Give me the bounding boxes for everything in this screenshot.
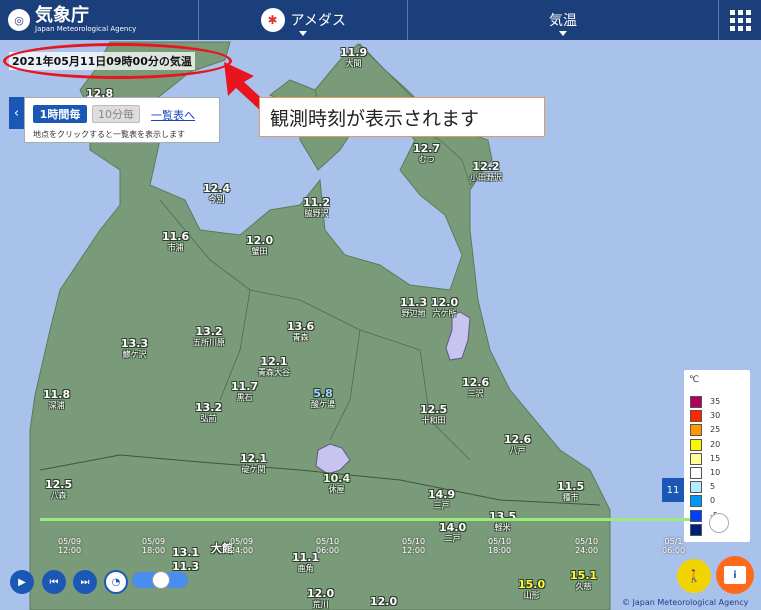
tick-date: 05/09 [230, 537, 254, 546]
legend-swatch [690, 509, 702, 522]
timeline-tick[interactable]: 05/09 24:00 [230, 537, 253, 555]
legend-label: 15 [710, 453, 721, 463]
chevron-down-icon [299, 31, 308, 36]
tick-time: 06:00 [316, 546, 340, 555]
timeline-tick[interactable]: 05/09 12:00 [58, 537, 81, 555]
legend-row: 35 [690, 396, 750, 410]
amedas-menu[interactable]: ✱ アメダス [199, 0, 408, 40]
jma-logo[interactable]: ◎ 気象庁 Japan Meteorological Agency [0, 0, 200, 40]
legend-row: 30 [690, 410, 750, 424]
book-icon: i [724, 566, 746, 584]
timeline-tick[interactable]: 05/10 18:00 [488, 537, 511, 555]
step-back-button[interactable]: ⏮ [42, 570, 66, 594]
highlight-ring [3, 43, 232, 79]
toggle-knob [152, 571, 170, 589]
tick-date: 05/10 [488, 537, 512, 546]
jma-emblem-icon: ◎ [8, 9, 30, 31]
annotation-callout: 観測時刻が表示されます [259, 97, 545, 137]
legend-row: 0 [690, 495, 750, 509]
tick-date: 05/10 [575, 537, 599, 546]
legend-swatch [690, 481, 702, 494]
tick-time: 12:00 [58, 546, 82, 555]
current-time-marker[interactable]: 11 [662, 478, 684, 502]
amedas-icon: ✱ [260, 8, 285, 32]
legend-row: 15 [690, 452, 750, 467]
legend-row: 20 [690, 438, 750, 453]
legend-swatch [690, 410, 702, 423]
tick-date: 05/10 [316, 537, 340, 546]
legend-unit: ℃ [689, 375, 700, 385]
tick-time: 18:00 [488, 546, 512, 555]
logo-title: 気象庁 [35, 5, 89, 26]
person-info-button[interactable]: 🚶 [677, 559, 711, 593]
tick-time: 18:00 [142, 546, 166, 555]
legend-swatch [690, 495, 702, 508]
legend-label: 35 [710, 397, 721, 406]
legend-swatch [690, 467, 702, 479]
legend-swatch [690, 424, 702, 437]
legend-label: 0 [710, 496, 716, 506]
chevron-down-icon [559, 31, 568, 36]
legend-label: 25 [710, 425, 721, 435]
guide-book-button[interactable]: i [716, 556, 754, 594]
amedas-map-screen: 11.9 大間 12.8 12.7 むつ 12.2 小田野沢 12.4 今別 11.2 脇野沢 11.… [0, 0, 761, 610]
play-button[interactable]: ▶ [10, 570, 34, 594]
interval-panel: 1時間毎 10分毎 一覧表へ 地点をクリックすると一覧表を表示します [24, 97, 220, 143]
copyright: © Japan Meteorological Agency [622, 598, 749, 607]
speed-toggle[interactable] [132, 571, 188, 589]
legend-label: 30 [710, 411, 721, 421]
legend-swatch [690, 438, 702, 451]
grid-icon [729, 9, 751, 31]
amedas-label: アメダス [290, 13, 346, 29]
tick-date: 05/1 [664, 537, 683, 546]
tick-date: 05/09 [142, 537, 166, 546]
legend-swatch [690, 396, 702, 408]
tick-time: 24:00 [575, 546, 599, 555]
legend-label: 10 [710, 468, 721, 477]
logo-subtitle: Japan Meteorological Agency [35, 25, 137, 33]
tick-time: 12:00 [402, 546, 426, 555]
legend-label: 20 [710, 439, 721, 449]
tick-date: 05/10 [402, 537, 426, 546]
timeline-tick[interactable]: 05/10 24:00 [575, 537, 598, 555]
top-nav: ◎ 気象庁 Japan Meteorological Agency ✱ アメダス… [0, 0, 761, 40]
menu-grid-button[interactable] [719, 0, 761, 40]
tick-time: 24:00 [230, 546, 254, 555]
timeline-tick[interactable]: 05/10 12:00 [402, 537, 425, 555]
list-link[interactable]: 一覧表へ [151, 107, 195, 123]
step-forward-button[interactable]: ⏭ [73, 570, 97, 594]
legend-label: 5 [710, 482, 716, 492]
legend-row: 25 [690, 424, 750, 438]
legend-swatch [690, 452, 702, 465]
tick-date: 05/09 [58, 537, 82, 546]
speed-icon[interactable]: ◔ [104, 570, 128, 594]
collapse-panel-button[interactable]: ‹ [9, 97, 24, 129]
element-label: 気温 [549, 13, 578, 29]
timeline-bar[interactable] [40, 518, 690, 521]
timeline-tick[interactable]: 05/09 18:00 [142, 537, 165, 555]
tick-time: 06:00 [662, 546, 686, 555]
legend-row: 5 [690, 481, 750, 495]
element-select[interactable]: 気温 [408, 0, 720, 40]
timeline-tick[interactable]: 05/10 06:00 [316, 537, 339, 555]
timeline-tick[interactable]: 05/1 06:00 [662, 537, 685, 555]
hourly-button[interactable]: 1時間毎 [33, 105, 87, 123]
ten-minute-button[interactable]: 10分毎 [92, 105, 140, 123]
zoom-handle[interactable] [709, 513, 729, 533]
panel-hint: 地点をクリックすると一覧表を表示します [33, 130, 185, 139]
legend-row: 10 [690, 467, 750, 481]
legend-swatch [690, 523, 702, 536]
